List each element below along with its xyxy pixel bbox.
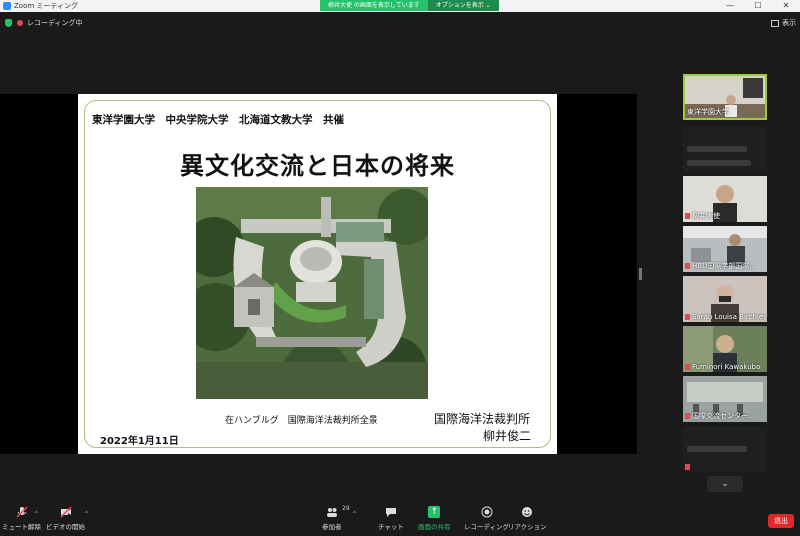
participant-name: 柳井大使 [685,211,720,221]
participant-tile[interactable]: Sarah Louisa Birchley... [683,276,767,322]
share-screen-icon: ↑ [428,506,441,518]
unmute-label: ミュート解除 [2,523,41,531]
participant-name: HBU国際学部国際... [685,261,756,271]
smiley-icon [522,507,533,517]
mic-muted-icon [685,413,690,419]
chat-label: チャット [378,523,404,531]
slide-hosts: 東洋学園大学 中央学院大学 北海道文教大学 共催 [92,114,344,126]
record-icon [481,506,493,518]
participants-label: 参加者 [322,523,342,531]
share-status-text: 柳井大使 の画面を表示しています [320,0,428,11]
hidden-name-placeholder [687,160,751,166]
participants-icon [326,508,337,517]
mic-muted-icon [685,364,690,370]
split-view-handle[interactable] [639,268,642,280]
shield-icon[interactable] [5,19,12,27]
participant-name: 国際交流センター... [685,411,755,421]
close-button[interactable]: ✕ [772,0,800,12]
participant-tile[interactable]: Fuminori Kawakubo [683,326,767,372]
slide-date: 2022年1月11日 [100,436,179,447]
chevron-down-icon: ⌄ [721,479,729,489]
recording-indicator[interactable]: レコーディング中 [27,18,83,28]
video-options-caret[interactable]: ^ [84,511,89,518]
participant-name [685,463,692,471]
mic-muted-icon [685,263,690,269]
participant-name: Fuminori Kawakubo [685,363,760,371]
reactions-button[interactable]: リアクション [508,506,547,531]
presenter-organization: 国際海洋法裁判所 [434,412,531,426]
audio-options-caret[interactable]: ^ [34,511,39,518]
view-button-label: 表示 [782,19,796,27]
share-screen-button[interactable]: ↑ 画面の共有 [418,506,451,531]
grid-view-icon [771,19,779,27]
participants-options-caret[interactable]: ^ [352,511,357,518]
meeting-toolbar: ミュート解除 ^ ビデオの開始 ^ 参加者 29 ^ チャット ↑ 画面の共有 … [0,500,800,536]
slide-title: 異文化交流と日本の将来 [180,152,455,180]
recording-dot-icon [17,20,23,26]
start-video-label: ビデオの開始 [46,523,85,531]
participant-tile[interactable] [683,426,767,472]
participant-tile[interactable]: 国際交流センター... [683,376,767,422]
shared-screen-area: 東洋学園大学 中央学院大学 北海道文教大学 共催 異文化交流と日本の将来 在ハン… [0,94,637,454]
tribunal-aerial-photo [196,187,428,399]
meeting-top-bar: レコーディング中 表示 [0,12,800,34]
video-off-icon [59,506,72,518]
window-controls: — ☐ ✕ [716,0,800,12]
minimize-button[interactable]: — [716,0,744,12]
participant-tile[interactable]: 東洋学園大学 [683,74,767,120]
hidden-name-placeholder [687,146,747,152]
view-button[interactable]: 表示 [771,18,796,28]
zoom-logo-icon [3,2,11,10]
chat-button[interactable]: チャット [378,506,404,531]
participant-tile[interactable]: HBU国際学部国際... [683,226,767,272]
screen-share-banner: 柳井大使 の画面を表示しています オプションを表示 ⌄ [320,0,499,11]
maximize-button[interactable]: ☐ [744,0,772,12]
photo-caption: 在ハンブルグ 国際海洋法裁判所全景 [225,416,378,426]
zoom-meeting-window: Zoom ミーティング — ☐ ✕ 柳井大使 の画面を表示しています オプション… [0,0,800,536]
gallery-scroll-down-button[interactable]: ⌄ [707,476,743,492]
participant-name: 東洋学園大学 [687,108,729,116]
participant-tile[interactable] [683,126,767,172]
mic-muted-icon [685,464,690,470]
hidden-name-placeholder [687,446,747,452]
unmute-button[interactable]: ミュート解除 [2,506,41,531]
reactions-label: リアクション [508,523,547,531]
window-title: Zoom ミーティング [14,2,78,10]
chat-icon [385,508,396,517]
record-label: レコーディング [464,523,510,531]
mic-muted-icon [685,314,690,320]
participant-tile[interactable]: 柳井大使 [683,176,767,222]
presentation-slide: 東洋学園大学 中央学院大学 北海道文教大学 共催 異文化交流と日本の将来 在ハン… [78,94,557,454]
leave-meeting-button[interactable]: 退出 [768,514,794,528]
participants-count: 29 [342,505,350,512]
share-screen-label: 画面の共有 [418,523,451,531]
participant-name: Sarah Louisa Birchley... [685,313,767,321]
start-video-button[interactable]: ビデオの開始 [46,506,85,531]
record-button[interactable]: レコーディング [464,506,509,531]
presenter-name: 柳井俊二 [483,429,532,443]
mic-muted-icon [685,213,690,219]
view-options-button[interactable]: オプションを表示 ⌄ [427,0,499,11]
participants-button[interactable]: 参加者 [322,506,342,531]
mic-muted-icon [15,506,28,518]
